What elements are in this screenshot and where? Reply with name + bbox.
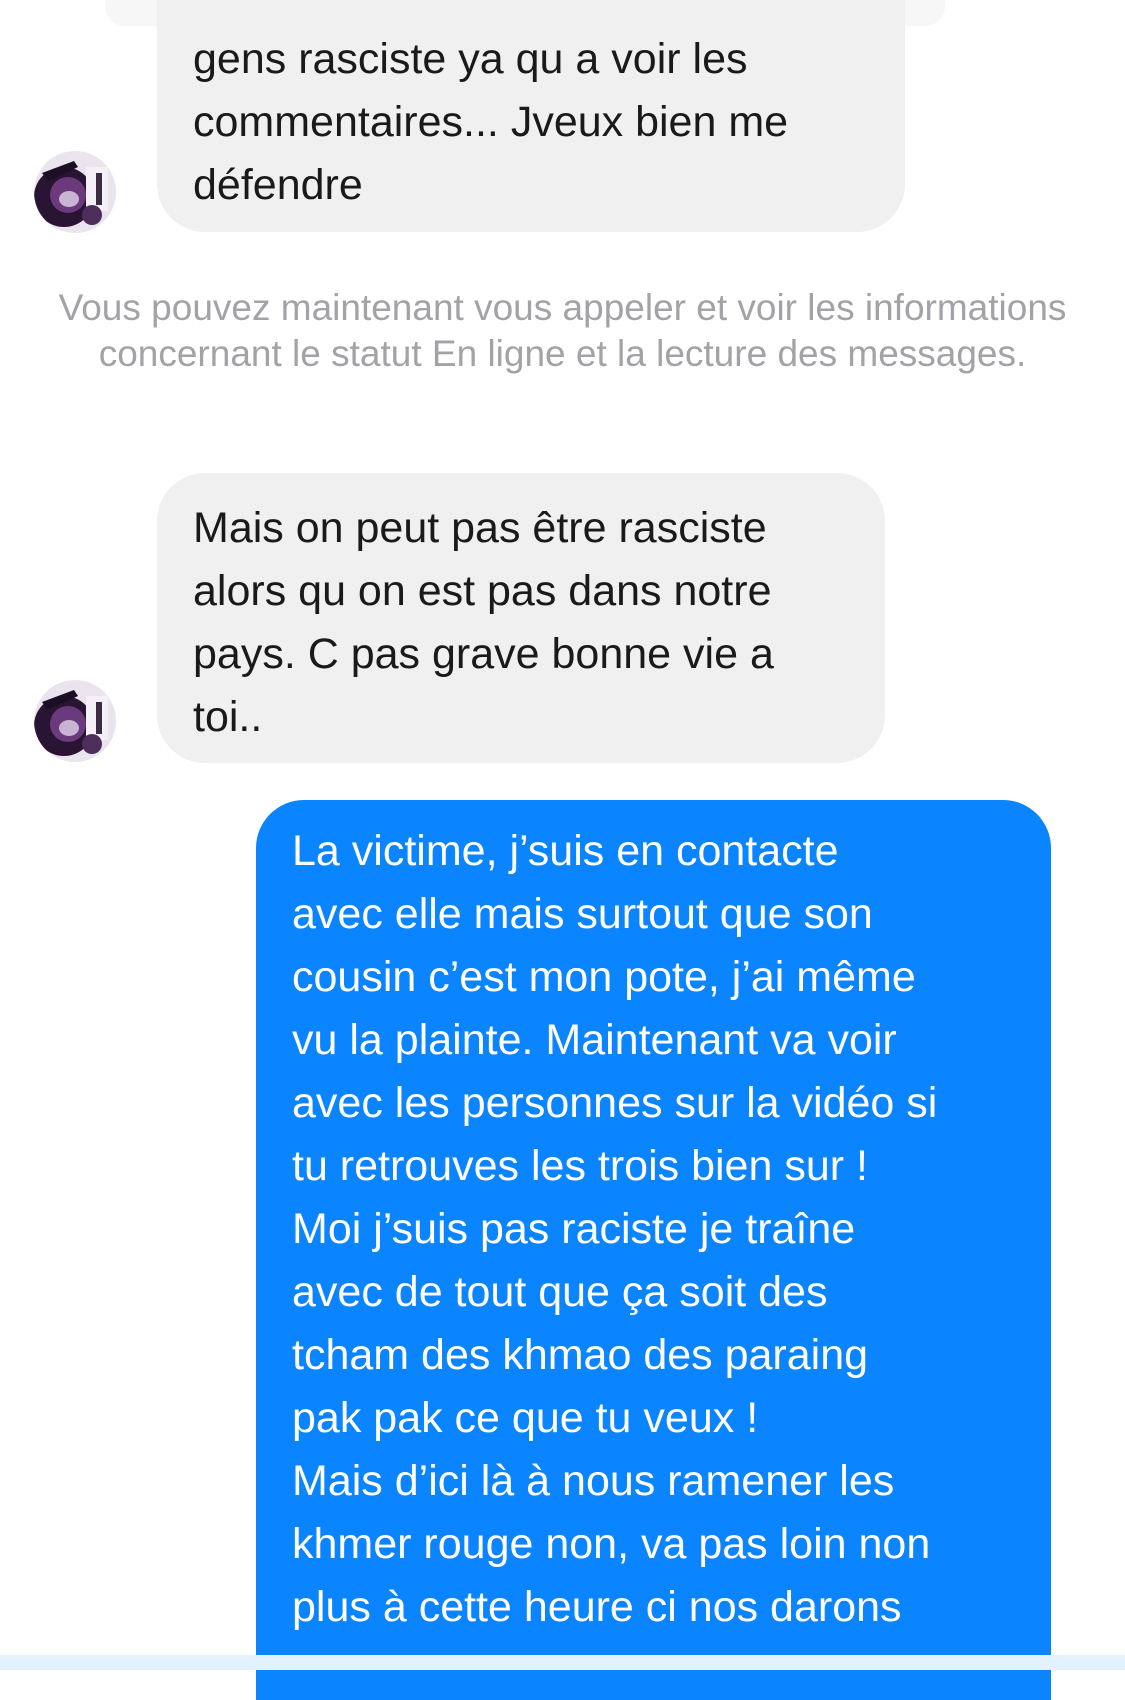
system-notice: Vous pouvez maintenant vous appeler et v… — [58, 287, 1067, 374]
contact-avatar-icon[interactable] — [34, 151, 116, 233]
outgoing-message-bubble[interactable]: La victime, j’suis en contacte avec elle… — [256, 800, 1051, 1700]
incoming-message-bubble[interactable]: gens rasciste ya qu a voir les commentai… — [157, 0, 905, 232]
incoming-message-bubble[interactable]: Mais on peut pas être rasciste alors qu … — [157, 473, 885, 763]
contact-avatar-icon[interactable] — [34, 680, 116, 762]
bottom-edge — [0, 1655, 1125, 1670]
